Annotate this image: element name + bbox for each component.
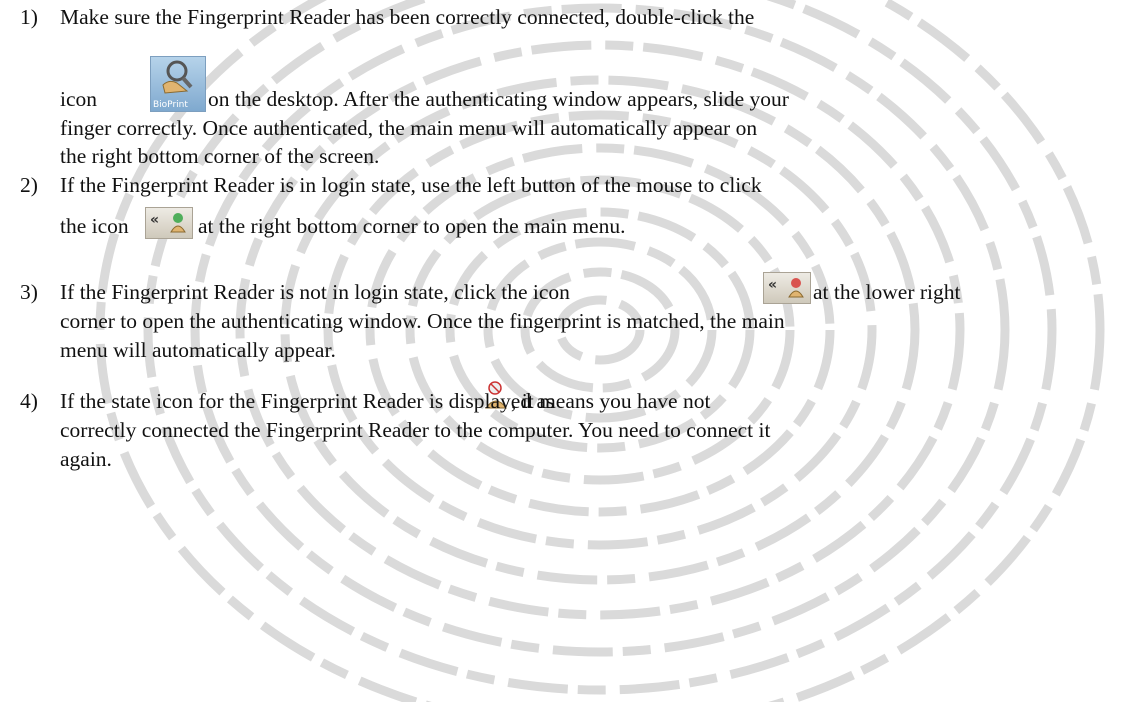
bioprint-desktop-icon: BioPrint xyxy=(150,56,206,112)
item-3-line-3: menu will automatically appear. xyxy=(60,338,336,362)
item-4-line-1b: , it means you have not xyxy=(511,389,711,413)
chevron-left-icon: « xyxy=(768,277,778,293)
magnifier-hand-icon xyxy=(162,60,193,94)
item-2-line-1: If the Fingerprint Reader is in login st… xyxy=(60,173,762,197)
item-number: 2) xyxy=(20,173,38,197)
instruction-list: 1) Make sure the Fingerprint Reader has … xyxy=(0,0,1146,702)
item-3-line-1b: at the lower right xyxy=(813,280,961,304)
item-4-line-2: correctly connected the Fingerprint Read… xyxy=(60,418,771,442)
item-1-line-2b: on the desktop. After the authenticating… xyxy=(208,87,789,111)
item-1-line-3: finger correctly. Once authenticated, th… xyxy=(60,116,758,140)
tray-logout-state-icon: « xyxy=(763,272,811,304)
item-number: 4) xyxy=(20,389,38,413)
item-2-line-2b: at the right bottom corner to open the m… xyxy=(198,214,626,238)
item-number: 3) xyxy=(20,280,38,304)
tray-login-state-icon: « xyxy=(145,207,193,239)
item-3-line-2: corner to open the authenticating window… xyxy=(60,309,785,333)
item-2-line-2a: the icon xyxy=(60,214,129,238)
item-4-line-1a: If the state icon for the Fingerprint Re… xyxy=(60,389,555,413)
item-1-line-2a: icon xyxy=(60,87,98,111)
item-1-line-1: Make sure the Fingerprint Reader has bee… xyxy=(60,5,755,29)
item-number: 1) xyxy=(20,5,38,29)
item-3-line-1a: If the Fingerprint Reader is not in logi… xyxy=(60,280,570,304)
item-1-line-4: the right bottom corner of the screen. xyxy=(60,144,380,168)
item-4-line-3: again. xyxy=(60,447,112,471)
fingerprint-user-icon xyxy=(788,278,804,298)
chevron-left-icon: « xyxy=(150,212,160,228)
bioprint-icon-label: BioPrint xyxy=(153,100,188,110)
fingerprint-user-icon xyxy=(170,213,186,233)
